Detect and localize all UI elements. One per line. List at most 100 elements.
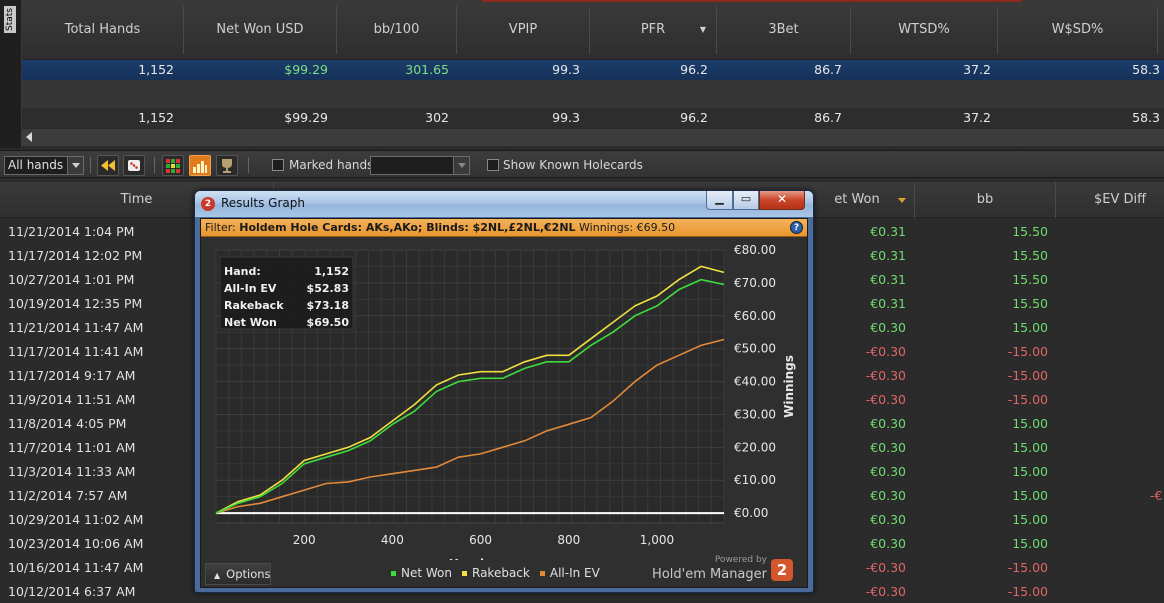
legend-swatch bbox=[391, 571, 396, 576]
window-titlebar[interactable]: 2 Results Graph ▁ ▭ ✕ bbox=[195, 191, 813, 217]
row-net-won: €0.30 bbox=[870, 416, 906, 431]
stat-net-won: $99.29 bbox=[284, 62, 328, 77]
y-tick-label: €0.00 bbox=[734, 506, 768, 520]
stats-col-bb100[interactable]: bb/100 bbox=[337, 6, 457, 54]
results-graph-button[interactable] bbox=[189, 155, 211, 176]
row-bb: 15.00 bbox=[1012, 416, 1048, 431]
stats-col-wsd[interactable]: W$SD% bbox=[998, 6, 1158, 54]
row-net-won: -€0.30 bbox=[865, 392, 906, 407]
chevron-down-icon[interactable] bbox=[453, 157, 469, 174]
app-logo-icon: 2 bbox=[201, 197, 215, 211]
col-ev-diff[interactable]: $EV Diff bbox=[1056, 182, 1164, 218]
row-time: 10/29/2014 11:02 AM bbox=[8, 512, 144, 527]
marked-hands-combo[interactable] bbox=[370, 156, 470, 175]
col-net-won[interactable]: et Won bbox=[800, 182, 915, 218]
close-icon: ✕ bbox=[776, 192, 788, 206]
hands-filter-select[interactable]: All hands bbox=[4, 156, 84, 175]
stats-col-pfr[interactable]: PFR ▼ bbox=[590, 6, 717, 54]
stat-wtsd: 37.2 bbox=[963, 62, 991, 77]
toolbar-divider bbox=[90, 157, 91, 173]
summary-value: $52.83 bbox=[307, 282, 349, 295]
row-net-won: €0.30 bbox=[870, 464, 906, 479]
stats-horizontal-scrollbar[interactable] bbox=[22, 128, 1164, 146]
y-tick-label: €70.00 bbox=[734, 276, 776, 290]
total-hands: 1,152 bbox=[138, 110, 174, 125]
stats-col-3bet[interactable]: 3Bet bbox=[717, 6, 851, 54]
col-net-won-label: et Won bbox=[834, 192, 880, 207]
dropdown-arrow-icon[interactable]: ▼ bbox=[700, 6, 706, 54]
filter-bar[interactable]: Filter: Holdem Hole Cards: AKs,AKo; Blin… bbox=[201, 219, 807, 237]
row-time: 11/3/2014 11:33 AM bbox=[8, 464, 136, 479]
row-bb: 15.00 bbox=[1012, 464, 1048, 479]
stats-col-pfr-label: PFR bbox=[640, 22, 666, 37]
total-wtsd: 37.2 bbox=[963, 110, 991, 125]
row-net-won: €0.31 bbox=[870, 224, 906, 239]
stat-wsd: 58.3 bbox=[1132, 62, 1160, 77]
dice-button[interactable] bbox=[123, 155, 145, 176]
stat-vpip: 99.3 bbox=[552, 62, 580, 77]
trophy-button[interactable] bbox=[216, 155, 238, 176]
maximize-button[interactable]: ▭ bbox=[733, 191, 759, 210]
legend-swatch bbox=[539, 571, 545, 576]
stats-header: Total Hands Net Won USD bb/100 VPIP PFR ▼… bbox=[22, 0, 1164, 60]
show-holecards-checkbox[interactable] bbox=[487, 159, 499, 171]
minimize-button[interactable]: ▁ bbox=[706, 191, 733, 210]
options-button[interactable]: ▲ Options bbox=[205, 563, 271, 585]
hand-grid-button[interactable] bbox=[162, 155, 184, 176]
window-title: Results Graph bbox=[221, 196, 305, 210]
stats-col-vpip[interactable]: VPIP bbox=[457, 6, 590, 54]
row-time: 11/21/2014 1:04 PM bbox=[8, 224, 135, 239]
row-net-won: €0.30 bbox=[870, 512, 906, 527]
filter-prefix: Filter: bbox=[205, 221, 240, 234]
stats-tab-label[interactable]: Stats bbox=[4, 6, 16, 33]
legend-item: All-In EV bbox=[539, 566, 600, 580]
row-net-won: €0.31 bbox=[870, 272, 906, 287]
row-time: 11/17/2014 9:17 AM bbox=[8, 368, 136, 383]
toolbar-divider bbox=[154, 157, 155, 173]
stat-pfr: 96.2 bbox=[680, 62, 708, 77]
y-tick-label: €40.00 bbox=[734, 375, 776, 389]
results-graph-window[interactable]: 2 Results Graph ▁ ▭ ✕ Filter: Holdem Hol… bbox=[194, 190, 814, 593]
powered-by-text: Powered by bbox=[714, 555, 767, 565]
row-bb: -15.00 bbox=[1007, 368, 1048, 383]
row-net-won: €0.30 bbox=[870, 536, 906, 551]
marked-hands-checkbox[interactable] bbox=[272, 159, 284, 171]
x-axis-label: Hands bbox=[449, 557, 491, 560]
stats-total-row: 1,152 $99.29 302 99.3 96.2 86.7 37.2 58.… bbox=[22, 108, 1164, 128]
row-net-won: €0.31 bbox=[870, 296, 906, 311]
row-net-won: €0.31 bbox=[870, 248, 906, 263]
row-bb: 15.00 bbox=[1012, 440, 1048, 455]
rewind-icon bbox=[101, 160, 115, 171]
close-button[interactable]: ✕ bbox=[759, 191, 805, 210]
row-bb: 15.50 bbox=[1012, 296, 1048, 311]
stats-col-net-won[interactable]: Net Won USD bbox=[184, 6, 337, 54]
brand-name: Hold'em Manager bbox=[652, 567, 767, 582]
row-bb: -15.00 bbox=[1007, 344, 1048, 359]
row-bb: 15.00 bbox=[1012, 488, 1048, 503]
row-ev-diff: -€ bbox=[1150, 488, 1163, 503]
summary-value: $73.18 bbox=[307, 299, 349, 312]
help-icon[interactable]: ? bbox=[790, 221, 803, 234]
legend-item: Net Won bbox=[391, 566, 452, 580]
replay-button[interactable] bbox=[97, 155, 119, 176]
stat-3bet: 86.7 bbox=[814, 62, 842, 77]
y-tick-label: €20.00 bbox=[734, 440, 776, 454]
col-bb[interactable]: bb bbox=[915, 182, 1056, 218]
row-net-won: -€0.30 bbox=[865, 584, 906, 599]
stats-selected-row[interactable]: 1,152 $99.29 301.65 99.3 96.2 86.7 37.2 … bbox=[22, 60, 1164, 80]
scroll-left-icon[interactable] bbox=[26, 132, 32, 142]
row-net-won: €0.30 bbox=[870, 320, 906, 335]
row-bb: 15.00 bbox=[1012, 320, 1048, 335]
legend-swatch bbox=[462, 571, 467, 576]
chevron-down-icon[interactable] bbox=[67, 157, 83, 174]
row-time: 10/12/2014 6:37 AM bbox=[8, 584, 136, 599]
stats-col-wtsd[interactable]: WTSD% bbox=[851, 6, 998, 54]
row-time: 11/17/2014 12:02 PM bbox=[8, 248, 143, 263]
stats-col-total-hands[interactable]: Total Hands bbox=[22, 6, 184, 54]
row-bb: 15.50 bbox=[1012, 248, 1048, 263]
row-bb: -15.00 bbox=[1007, 584, 1048, 599]
total-wsd: 58.3 bbox=[1132, 110, 1160, 125]
row-time: 10/16/2014 11:47 AM bbox=[8, 560, 144, 575]
stats-side-tab[interactable]: Stats bbox=[0, 0, 22, 148]
graph-panel: Filter: Holdem Hole Cards: AKs,AKo; Blin… bbox=[200, 218, 808, 588]
